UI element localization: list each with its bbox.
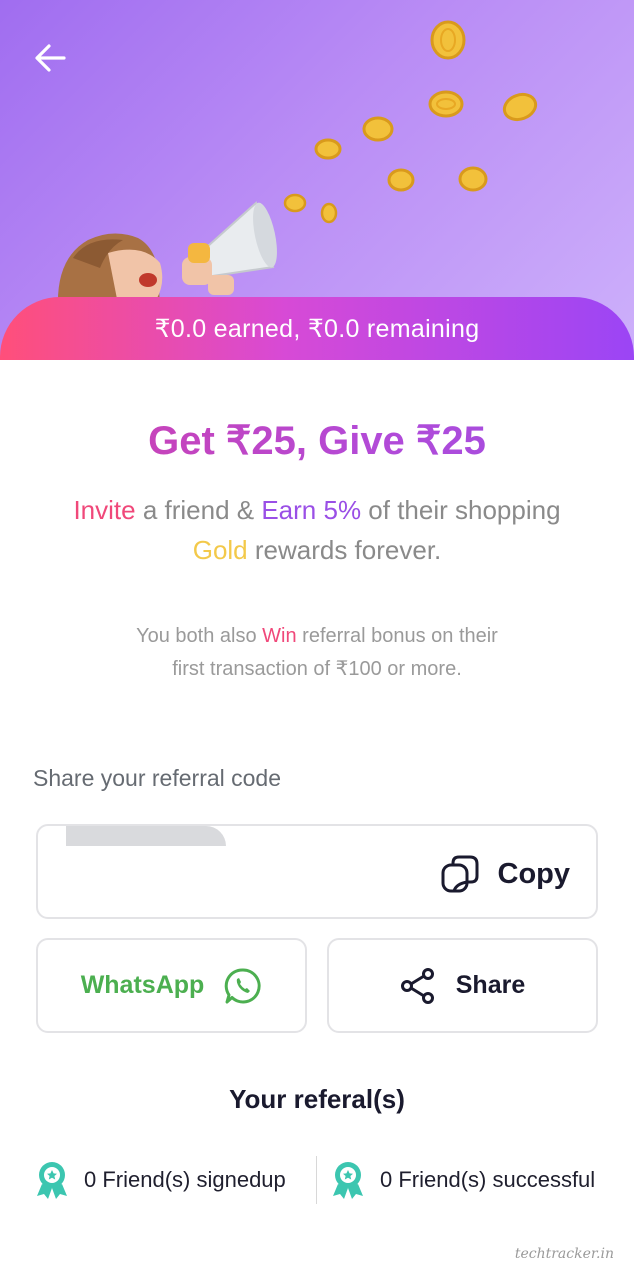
award-badge-icon	[333, 1162, 363, 1199]
share-label: Share	[455, 971, 526, 999]
coin-icon	[362, 116, 394, 142]
copy-icon	[441, 855, 478, 893]
invite-tail: of their shopping	[361, 495, 561, 525]
watermark: techtracker.in	[514, 1246, 614, 1262]
promo-headline: Get ₹25, Give ₹25	[0, 418, 634, 464]
stats-divider	[316, 1156, 317, 1204]
copy-button[interactable]: Copy	[440, 854, 571, 894]
referral-code-redacted	[66, 826, 226, 846]
successful-count: 0 Friend(s) successful	[380, 1167, 596, 1192]
share-button[interactable]: Share	[327, 938, 598, 1033]
bonus-suffix: referral bonus on their	[296, 625, 498, 647]
coin-icon	[428, 90, 464, 118]
invite-word: Invite	[73, 495, 136, 525]
hero-banner: ₹0.0 earned, ₹0.0 remaining	[0, 0, 634, 360]
copy-label: Copy	[497, 857, 571, 890]
earn-percent: Earn 5%	[261, 495, 362, 525]
referrals-title: Your referal(s)	[229, 1084, 405, 1114]
gold-tail: rewards forever.	[247, 535, 442, 565]
woman-illustration	[57, 233, 163, 308]
coin-icon	[430, 20, 466, 60]
arrow-left-icon	[35, 44, 66, 72]
signedup-count: 0 Friend(s) signedup	[84, 1167, 286, 1192]
win-word: Win	[262, 625, 297, 647]
coin-icon	[458, 166, 488, 192]
share-icon	[400, 967, 434, 1004]
megaphone-illustration	[182, 201, 277, 295]
award-badge-icon	[37, 1162, 67, 1199]
coin-icon	[314, 138, 342, 160]
successful-stat: 0 Friend(s) successful	[330, 1160, 595, 1200]
whatsapp-icon	[225, 967, 261, 1003]
bonus-description: You both also Win referral bonus on thei…	[60, 620, 574, 686]
invite-description: Invite a friend & Earn 5% of their shopp…	[30, 490, 604, 570]
referral-code-field[interactable]: Copy	[36, 824, 598, 919]
coin-icon	[387, 168, 415, 192]
whatsapp-share-button[interactable]: WhatsApp	[36, 938, 307, 1033]
coin-icon	[283, 193, 307, 213]
bonus-line2: first transaction of ₹100 or more.	[172, 658, 462, 680]
signedup-stat: 0 Friend(s) signedup	[34, 1160, 286, 1200]
coin-icon	[320, 202, 338, 224]
earnings-banner: ₹0.0 earned, ₹0.0 remaining	[0, 297, 634, 360]
whatsapp-label: WhatsApp	[80, 971, 205, 999]
invite-mid: a friend &	[135, 495, 262, 525]
bonus-prefix: You both also	[136, 625, 263, 647]
referral-code-label: Share your referral code	[33, 765, 282, 791]
gold-word: Gold	[192, 535, 248, 565]
coin-icon	[502, 92, 538, 122]
back-button[interactable]	[30, 38, 70, 78]
